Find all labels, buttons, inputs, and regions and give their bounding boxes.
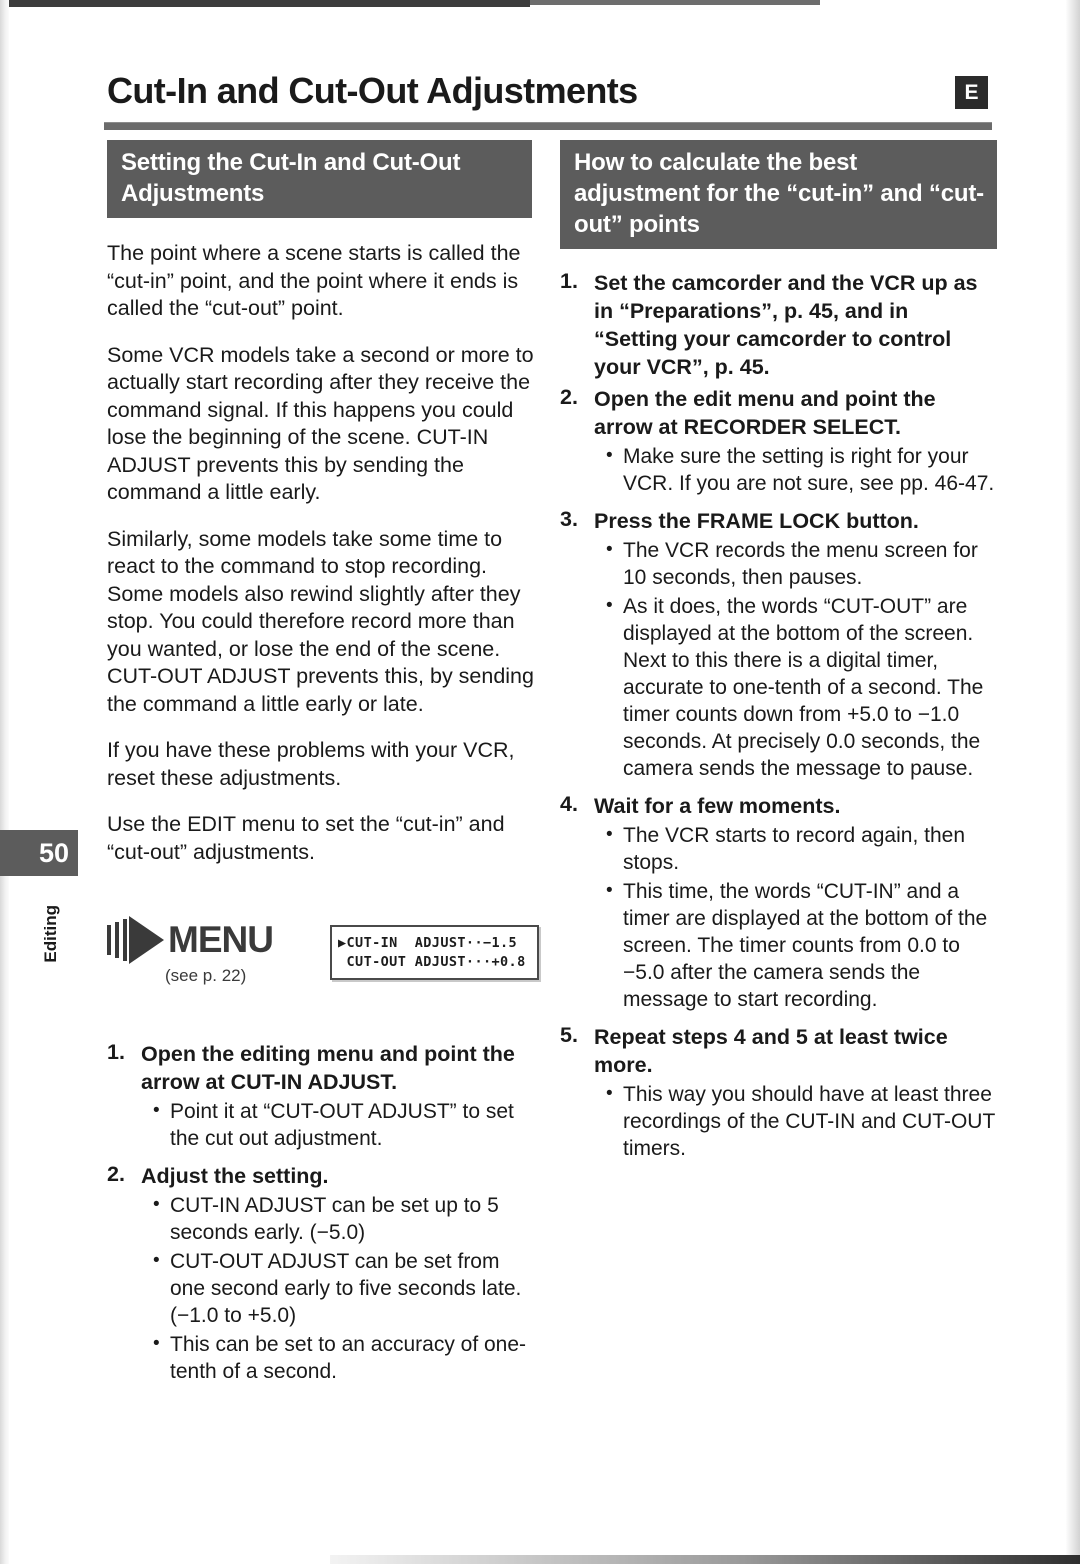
page-title: Cut-In and Cut-Out Adjustments bbox=[107, 70, 638, 111]
right-step-4-bullet-1: The VCR starts to record again, then sto… bbox=[606, 821, 997, 876]
lcd-line-cut-out: CUT-OUT ADJUST···+0.8 bbox=[338, 954, 526, 970]
left-step-1: 1. Open the editing menu and point the a… bbox=[107, 1040, 539, 1152]
left-paragraph-5: Use the EDIT menu to set the “cut-in” an… bbox=[107, 812, 505, 864]
left-step-2-bullet-1: CUT-IN ADJUST can be set up to 5 seconds… bbox=[153, 1191, 539, 1246]
right-column: How to calculate the best adjustment for… bbox=[560, 140, 997, 1172]
left-paragraph-3: Similarly, some models take some time to… bbox=[107, 526, 534, 716]
left-paragraph-1: The point where a scene starts is called… bbox=[107, 241, 521, 320]
scan-artifact-left-edge bbox=[0, 0, 9, 1564]
right-section-heading: How to calculate the best adjustment for… bbox=[560, 140, 997, 249]
right-step-2-bullets: Make sure the setting is right for your … bbox=[594, 442, 997, 497]
left-step-2-number: 2. bbox=[107, 1162, 125, 1186]
right-step-3: 3. Press the FRAME LOCK button. The VCR … bbox=[560, 507, 997, 782]
menu-bars-icon bbox=[107, 919, 127, 961]
section-label-vertical: Editing bbox=[41, 905, 60, 963]
language-badge: E bbox=[955, 76, 988, 109]
right-step-5-bullets: This way you should have at least three … bbox=[594, 1080, 997, 1162]
scan-artifact-top-secondary bbox=[530, 0, 820, 5]
menu-graphic: MENU (see p. 22) bbox=[107, 916, 274, 986]
left-step-2-bullet-3: This can be set to an accuracy of one-te… bbox=[153, 1330, 539, 1385]
left-paragraph-4: If you have these problems with your VCR… bbox=[107, 738, 515, 790]
right-step-4-title: Wait for a few moments. bbox=[594, 794, 841, 818]
left-step-2-bullets: CUT-IN ADJUST can be set up to 5 seconds… bbox=[141, 1191, 539, 1385]
left-step-2-title: Adjust the setting. bbox=[141, 1164, 329, 1188]
right-step-2: 2. Open the edit menu and point the arro… bbox=[560, 385, 997, 497]
right-step-2-number: 2. bbox=[560, 385, 578, 409]
left-step-1-bullet-1: Point it at “CUT-OUT ADJUST” to set the … bbox=[153, 1097, 539, 1152]
play-triangle-icon bbox=[129, 916, 164, 964]
left-step-1-bullets: Point it at “CUT-OUT ADJUST” to set the … bbox=[141, 1097, 539, 1152]
right-step-5-bullet-1: This way you should have at least three … bbox=[606, 1080, 997, 1162]
right-step-1: 1. Set the camcorder and the VCR up as i… bbox=[560, 269, 997, 381]
left-step-2-bullet-2: CUT-OUT ADJUST can be set from one secon… bbox=[153, 1247, 539, 1329]
right-step-3-number: 3. bbox=[560, 507, 578, 531]
left-step-1-title: Open the editing menu and point the arro… bbox=[141, 1042, 515, 1094]
right-step-5-title: Repeat steps 4 and 5 at least twice more… bbox=[594, 1025, 948, 1077]
menu-page-reference: (see p. 22) bbox=[165, 966, 247, 985]
right-step-3-bullet-1: The VCR records the menu screen for 10 s… bbox=[606, 536, 997, 591]
lcd-line-cut-in: ▶CUT-IN ADJUST··−1.5 bbox=[338, 935, 518, 951]
left-paragraph-2: Some VCR models take a second or more to… bbox=[107, 342, 534, 505]
menu-label: MENU bbox=[168, 919, 274, 960]
right-step-4-bullet-2: This time, the words “CUT-IN” and a time… bbox=[606, 877, 997, 1013]
right-step-5-number: 5. bbox=[560, 1023, 578, 1047]
left-column: Setting the Cut-In and Cut-Out Adjustmen… bbox=[107, 140, 539, 885]
menu-graphic-row: MENU bbox=[107, 916, 274, 964]
left-section-heading: Setting the Cut-In and Cut-Out Adjustmen… bbox=[107, 140, 532, 218]
right-step-3-title: Press the FRAME LOCK button. bbox=[594, 509, 919, 533]
page-number-tab: 50 bbox=[0, 830, 78, 876]
left-step-2: 2. Adjust the setting. CUT-IN ADJUST can… bbox=[107, 1162, 539, 1385]
right-step-4-number: 4. bbox=[560, 792, 578, 816]
lcd-menu-screen: ▶CUT-IN ADJUST··−1.5 CUT-OUT ADJUST···+0… bbox=[330, 925, 539, 980]
right-step-1-title: Set the camcorder and the VCR up as in “… bbox=[594, 271, 978, 379]
right-step-4-bullets: The VCR starts to record again, then sto… bbox=[594, 821, 997, 1013]
scan-artifact-bottom bbox=[330, 1555, 1080, 1564]
right-step-2-title: Open the edit menu and point the arrow a… bbox=[594, 387, 936, 439]
left-step-1-number: 1. bbox=[107, 1040, 125, 1064]
scan-artifact-right-edge bbox=[1066, 0, 1080, 1564]
right-step-4: 4. Wait for a few moments. The VCR start… bbox=[560, 792, 997, 1013]
scan-artifact-top bbox=[0, 0, 530, 7]
left-step-list: 1. Open the editing menu and point the a… bbox=[107, 1040, 539, 1385]
left-column-steps: 1. Open the editing menu and point the a… bbox=[107, 1040, 539, 1395]
title-divider-rule bbox=[104, 122, 992, 130]
right-step-3-bullets: The VCR records the menu screen for 10 s… bbox=[594, 536, 997, 782]
right-step-1-number: 1. bbox=[560, 269, 578, 293]
scanned-manual-page: Cut-In and Cut-Out Adjustments E 50 Edit… bbox=[0, 0, 1080, 1564]
right-step-list: 1. Set the camcorder and the VCR up as i… bbox=[560, 269, 997, 1162]
right-step-3-bullet-2: As it does, the words “CUT-OUT” are disp… bbox=[606, 592, 997, 782]
right-step-5: 5. Repeat steps 4 and 5 at least twice m… bbox=[560, 1023, 997, 1162]
right-step-2-bullet-1: Make sure the setting is right for your … bbox=[606, 442, 997, 497]
